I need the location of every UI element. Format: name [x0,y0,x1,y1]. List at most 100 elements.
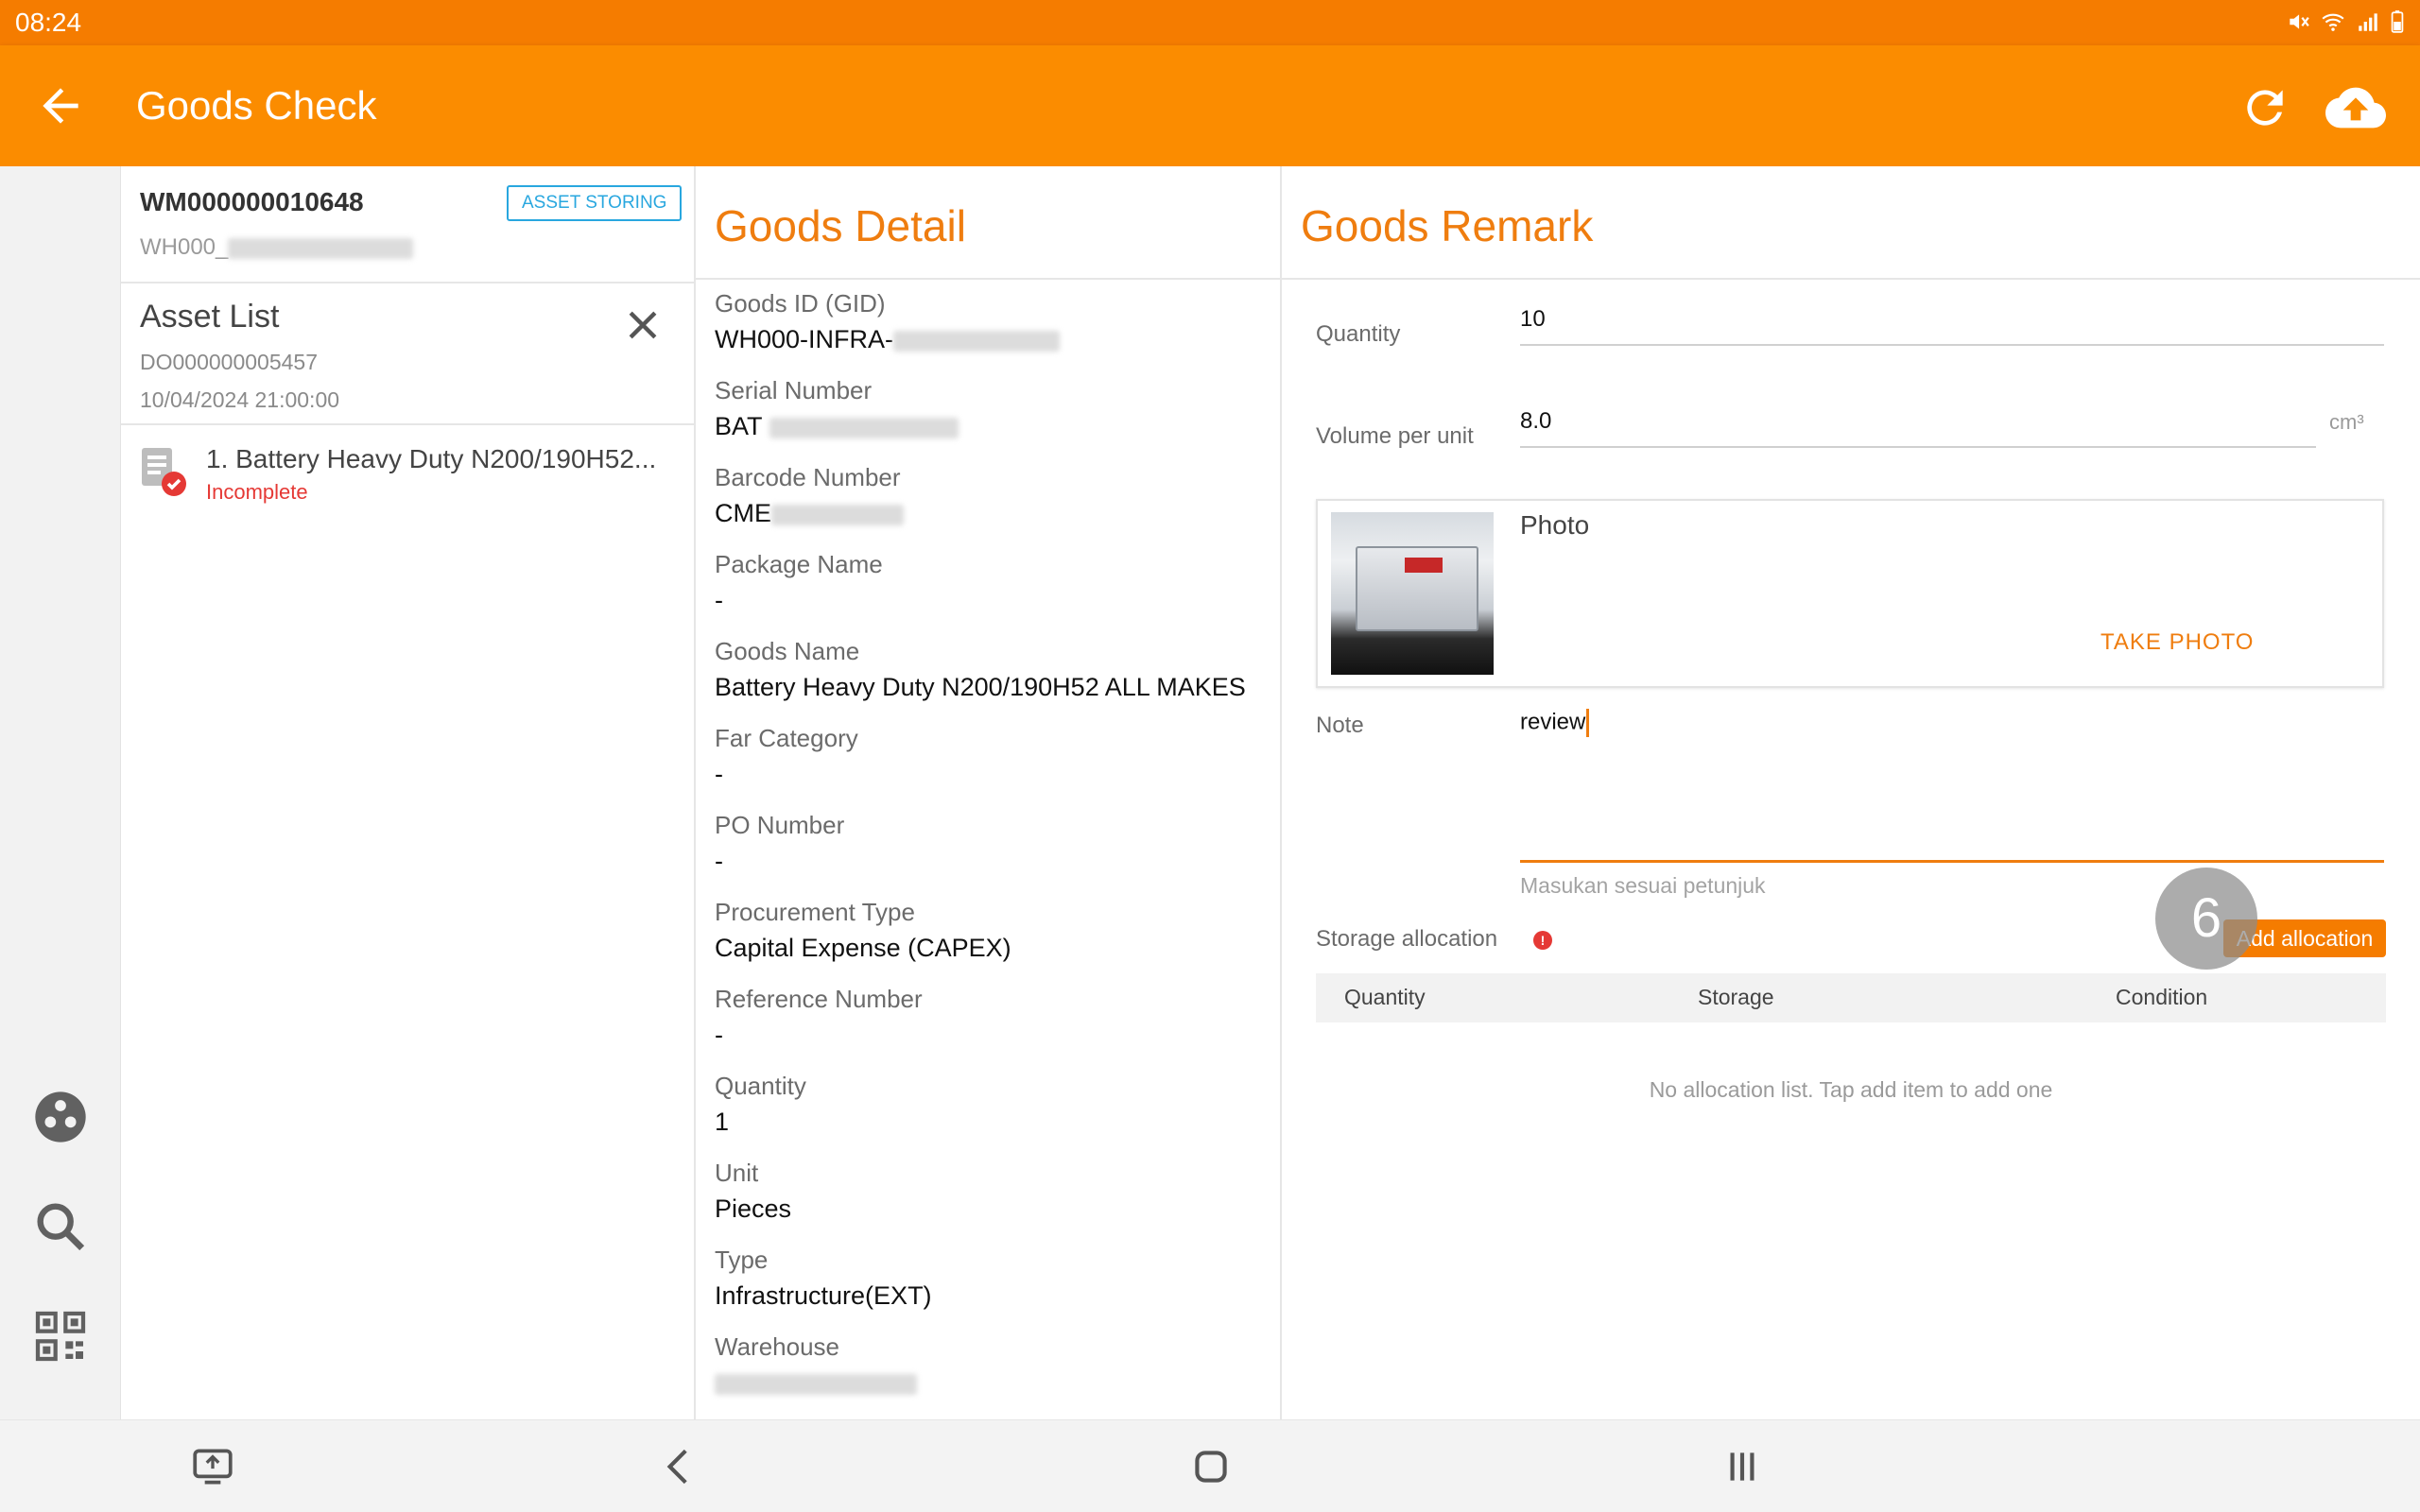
warehouse-code: WH000_ [140,234,414,261]
goods-detail-panel: Goods Detail Goods ID (GID) WH000-INFRA-… [696,166,1282,1419]
column-condition: Condition [2116,985,2208,1009]
field-label: Reference Number [715,985,923,1013]
cloud-upload-icon[interactable] [2325,77,2386,138]
field-value: BAT [715,412,1263,441]
field-label: PO Number [715,811,845,839]
signal-icon [2356,9,2380,39]
volume-input[interactable]: 8.0 [1520,408,2316,448]
photo-card: Photo TAKE PHOTO [1316,499,2384,688]
field-label: Warehouse [715,1332,839,1361]
alert-icon: ! [1533,931,1552,950]
divider [1282,278,2420,280]
item-status: Incomplete [206,480,308,504]
field-label: Type [715,1246,769,1274]
wifi-icon [2320,9,2346,39]
quantity-input[interactable]: 10 [1520,306,2384,346]
field-warehouse: Warehouse [715,1332,1263,1398]
volume-unit: cm³ [2329,410,2364,434]
note-text: review [1520,709,1586,735]
field-value: - [715,586,723,614]
field-value: 1 [715,1108,730,1136]
list-item[interactable]: 1. Battery Heavy Duty N200/190H52... Inc… [121,425,694,520]
column-quantity: Quantity [1344,985,1426,1009]
qr-code-icon[interactable] [30,1306,91,1366]
screen-share-icon[interactable] [189,1443,236,1490]
redacted-text [771,504,904,525]
field-label: Quantity [715,1072,806,1100]
field-label: Procurement Type [715,898,915,926]
app-bar: Goods Check [0,45,2420,166]
field-label: Far Category [715,724,858,752]
field-value: - [715,760,723,788]
close-icon[interactable] [622,304,664,346]
allocation-table-header: Quantity Storage Condition [1316,973,2386,1022]
field-type: Type Infrastructure(EXT) [715,1246,1263,1311]
refresh-icon[interactable] [2238,81,2291,134]
field-barcode-number: Barcode Number CME [715,463,1263,528]
photo-label: Photo [1520,510,1590,540]
goods-id-prefix: WH000-INFRA- [715,325,894,353]
note-underline [1520,860,2384,863]
asset-list-panel: WM000000010648 ASSET STORING WH000_ Asse… [121,166,696,1419]
field-label: Barcode Number [715,463,901,491]
field-label: Goods ID (GID) [715,289,886,318]
field-value: Capital Expense (CAPEX) [715,934,1011,962]
warehouse-prefix: WH000_ [140,234,229,260]
battery-icon [2390,9,2405,39]
asset-list-title: Asset List [140,299,280,335]
status-bar: 08:24 [0,0,2420,45]
navigation-rail [0,166,121,1419]
empty-allocation-message: No allocation list. Tap add item to add … [1649,1077,2053,1102]
document-check-icon [138,446,187,499]
warehouse-movement-header[interactable]: WM000000010648 ASSET STORING WH000_ [121,166,694,284]
search-icon[interactable] [30,1196,91,1257]
field-reference-number: Reference Number - [715,985,1263,1050]
note-input[interactable]: review [1520,709,2384,850]
volume-label: Volume per unit [1316,423,1474,449]
movement-id: WM000000010648 [140,187,364,216]
nav-back-icon[interactable] [656,1443,703,1490]
field-package-name: Package Name - [715,550,1263,615]
column-storage: Storage [1698,985,1774,1009]
field-value: WH000-INFRA- [715,325,1263,354]
goods-photo-thumbnail[interactable] [1331,512,1494,675]
nav-recents-icon[interactable] [1719,1443,1766,1490]
field-value: Pieces [715,1194,792,1223]
field-value: Battery Heavy Duty N200/190H52 ALL MAKES [715,673,1246,701]
touch-indicator: 6 [2155,868,2257,970]
field-value: - [715,847,723,875]
goods-detail-title: Goods Detail [715,201,966,250]
asset-list-header: Asset List DO000000005457 10/04/2024 21:… [121,284,694,425]
goods-remark-title: Goods Remark [1301,201,1594,250]
field-quantity: Quantity 1 [715,1072,1263,1137]
item-name: 1. Battery Heavy Duty N200/190H52... [206,444,657,473]
redacted-text [228,237,414,259]
field-label: Serial Number [715,376,873,404]
mute-icon [2286,9,2310,39]
field-procurement-type: Procurement Type Capital Expense (CAPEX) [715,898,1263,963]
field-value [715,1368,1263,1398]
note-label: Note [1316,713,1364,738]
back-arrow-icon[interactable] [34,79,87,132]
note-hint: Masukan sesuai petunjuk [1520,873,1766,898]
field-value: Infrastructure(EXT) [715,1281,932,1310]
redacted-text [715,1373,917,1395]
field-label: Goods Name [715,637,860,665]
redacted-text [893,330,1061,352]
system-navigation-bar [0,1419,2420,1512]
field-value: CME [715,499,1263,528]
take-photo-button[interactable]: TAKE PHOTO [2100,629,2254,656]
quantity-label: Quantity [1316,321,1401,347]
page-title: Goods Check [136,83,377,128]
team-icon[interactable] [30,1087,91,1147]
nav-home-icon[interactable] [1187,1443,1235,1490]
field-goods-name: Goods Name Battery Heavy Duty N200/190H5… [715,637,1263,702]
goods-remark-panel: Goods Remark Quantity 10 Volume per unit… [1282,166,2420,1419]
field-label: Unit [715,1159,759,1187]
system-icons [2286,9,2405,39]
delivery-order-number: DO000000005457 [140,350,318,374]
divider [696,278,1280,280]
redacted-text [769,417,959,438]
field-po-number: PO Number - [715,811,1263,876]
field-value: - [715,1021,723,1049]
